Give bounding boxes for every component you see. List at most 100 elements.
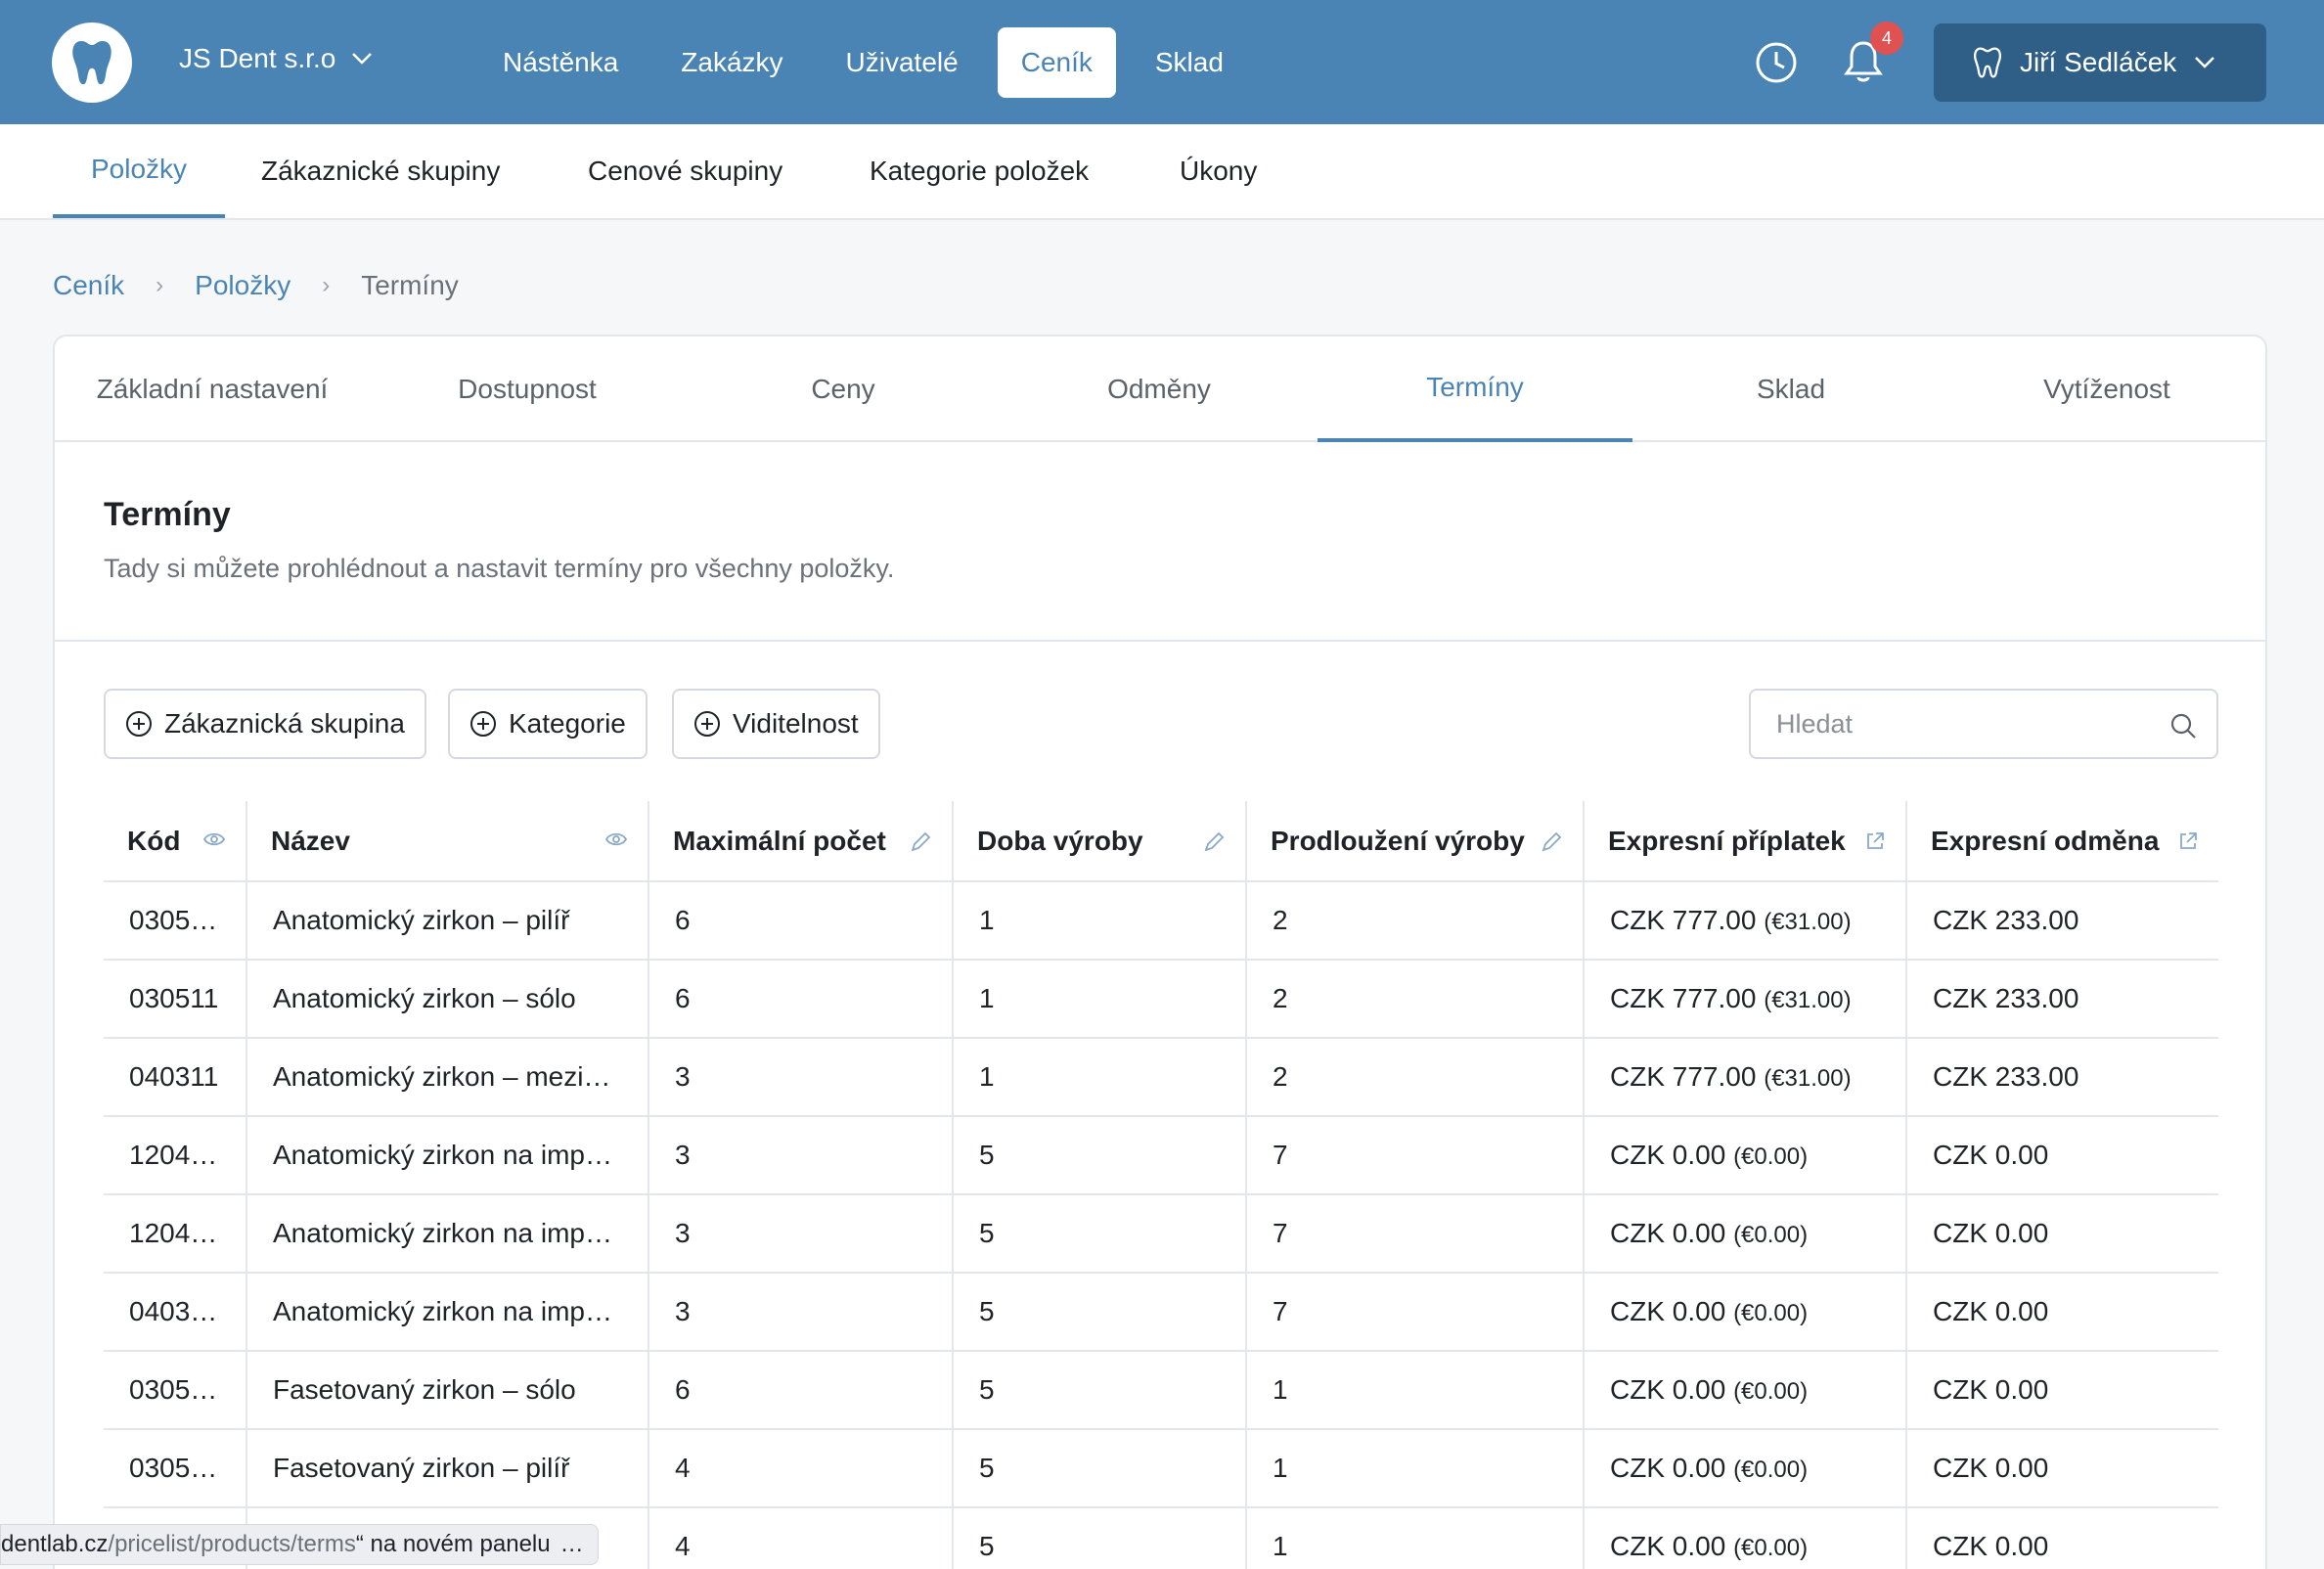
column-header-express-surcharge[interactable]: Expresní příplatek bbox=[1584, 801, 1907, 882]
column-header-production-extension[interactable]: Prodloužení výroby bbox=[1246, 801, 1585, 882]
table-row[interactable]: 040311 Anatomický zirkon – mezi… 3 1 2 CZK 77… bbox=[104, 1038, 2218, 1117]
plus-circle-icon bbox=[126, 711, 152, 737]
tooth-logo-icon[interactable] bbox=[52, 22, 132, 103]
cell-max-count: 6 bbox=[648, 881, 954, 961]
cell-production-extension: 2 bbox=[1246, 881, 1585, 961]
filter-label: Kategorie bbox=[509, 708, 626, 739]
status-path: /pricelist/products/terms bbox=[108, 1531, 356, 1557]
nav-users[interactable]: Uživatelé bbox=[823, 27, 982, 98]
table-row[interactable]: 0305… Fasetovaný zirkon – sólo 6 5 1 CZK 0.00… bbox=[104, 1351, 2218, 1430]
subtab-actions[interactable]: Úkony bbox=[1180, 124, 1257, 218]
cell-name: Anatomický zirkon na imp… bbox=[246, 1273, 649, 1352]
cell-production-time: 5 bbox=[953, 1429, 1247, 1508]
cell-production-extension: 7 bbox=[1246, 1116, 1585, 1195]
tab-utilization[interactable]: Vytíženost bbox=[1949, 336, 2264, 442]
top-bar: JS Dent s.r.o Nástěnka Zakázky Uživatelé… bbox=[0, 0, 2324, 124]
nav-orders[interactable]: Zakázky bbox=[657, 27, 806, 98]
divider bbox=[55, 640, 2265, 642]
tab-prices[interactable]: Ceny bbox=[686, 336, 1001, 442]
cell-max-count: 6 bbox=[648, 960, 954, 1039]
subtab-customer-groups[interactable]: Zákaznické skupiny bbox=[261, 124, 500, 218]
cell-express-surcharge: CZK 0.00 (€0.00) bbox=[1584, 1351, 1907, 1430]
tab-terms[interactable]: Termíny bbox=[1318, 336, 1632, 442]
cell-production-time: 5 bbox=[953, 1507, 1247, 1569]
breadcrumb: Ceník › Položky › Termíny bbox=[53, 270, 459, 301]
filter-customer-group-button[interactable]: Zákaznická skupina bbox=[104, 689, 426, 759]
cell-express-surcharge: CZK 0.00 (€0.00) bbox=[1584, 1194, 1907, 1274]
pencil-icon[interactable] bbox=[909, 830, 932, 854]
main-nav: Nástěnka Zakázky Uživatelé Ceník Sklad bbox=[479, 27, 1263, 98]
cell-code: 0403… bbox=[104, 1273, 247, 1352]
filter-category-button[interactable]: Kategorie bbox=[448, 689, 648, 759]
search-icon[interactable] bbox=[2169, 712, 2197, 740]
table-row[interactable]: 0305… Fasetovaný zirkon – pilíř 4 5 1 CZK 0.0… bbox=[104, 1429, 2218, 1508]
status-tail: … bbox=[559, 1531, 584, 1557]
subtab-item-categories[interactable]: Kategorie položek bbox=[870, 124, 1089, 218]
clock-icon[interactable] bbox=[1755, 41, 1798, 84]
pencil-icon[interactable] bbox=[1540, 830, 1563, 854]
user-menu[interactable]: Jiří Sedláček bbox=[1934, 23, 2266, 102]
cell-express-surcharge: CZK 777.00 (€31.00) bbox=[1584, 881, 1907, 961]
cell-production-extension: 2 bbox=[1246, 960, 1585, 1039]
external-link-icon[interactable] bbox=[1864, 830, 1886, 852]
nav-pricelist[interactable]: Ceník bbox=[997, 27, 1116, 98]
cell-name: Anatomický zirkon na imp… bbox=[246, 1116, 649, 1195]
tab-basic-settings[interactable]: Základní nastavení bbox=[55, 336, 370, 442]
notification-badge: 4 bbox=[1870, 22, 1903, 55]
cell-production-time: 1 bbox=[953, 1038, 1247, 1117]
column-header-code[interactable]: Kód bbox=[104, 801, 247, 882]
cell-express-reward: CZK 0.00 bbox=[1906, 1116, 2218, 1195]
cell-express-reward: CZK 233.00 bbox=[1906, 881, 2218, 961]
eye-icon[interactable] bbox=[202, 830, 226, 848]
nav-warehouse[interactable]: Sklad bbox=[1132, 27, 1247, 98]
table-row[interactable]: 1204… Anatomický zirkon na imp… 3 5 7 CZK 0.0… bbox=[104, 1116, 2218, 1195]
column-header-express-reward[interactable]: Expresní odměna bbox=[1906, 801, 2218, 882]
breadcrumb-items[interactable]: Položky bbox=[195, 270, 290, 301]
table-row[interactable]: 0305… Anatomický zirkon – pilíř 6 1 2 CZK 777… bbox=[104, 881, 2218, 961]
tab-rewards[interactable]: Odměny bbox=[1002, 336, 1317, 442]
panel-tabs: Základní nastavení Dostupnost Ceny Odměn… bbox=[55, 336, 2265, 442]
search-input[interactable] bbox=[1776, 691, 2148, 757]
pencil-icon[interactable] bbox=[1202, 830, 1226, 854]
eur-amount: (€31.00) bbox=[1764, 1065, 1852, 1092]
tab-availability[interactable]: Dostupnost bbox=[370, 336, 685, 442]
cell-name: Anatomický zirkon na imp… bbox=[246, 1194, 649, 1274]
section-title: Termíny bbox=[104, 496, 231, 533]
column-header-production-time[interactable]: Doba výroby bbox=[953, 801, 1247, 882]
cell-max-count: 6 bbox=[648, 1351, 954, 1430]
czk-amount: CZK 777.00 bbox=[1610, 1061, 1757, 1092]
nav-dashboard[interactable]: Nástěnka bbox=[479, 27, 642, 98]
subtab-price-groups[interactable]: Cenové skupiny bbox=[588, 124, 782, 218]
table-row[interactable]: 0403… Anatomický zirkon na imp… 3 5 7 CZK 0.0… bbox=[104, 1273, 2218, 1352]
cell-production-extension: 1 bbox=[1246, 1429, 1585, 1508]
table-row[interactable]: 030511 Anatomický zirkon – sólo 6 1 2 CZK 777… bbox=[104, 960, 2218, 1039]
cell-max-count: 3 bbox=[648, 1194, 954, 1274]
cell-code: 1204… bbox=[104, 1116, 247, 1195]
user-name: Jiří Sedláček bbox=[2020, 47, 2177, 77]
eur-amount: (€0.00) bbox=[1733, 1457, 1809, 1483]
cell-express-reward: CZK 0.00 bbox=[1906, 1351, 2218, 1430]
eye-icon[interactable] bbox=[604, 830, 628, 848]
status-suffix: “ na novém panelu bbox=[355, 1531, 551, 1557]
cell-production-time: 1 bbox=[953, 881, 1247, 961]
breadcrumb-pricelist[interactable]: Ceník bbox=[53, 270, 124, 301]
cell-express-reward: CZK 0.00 bbox=[1906, 1194, 2218, 1274]
cell-max-count: 3 bbox=[648, 1273, 954, 1352]
cell-production-extension: 1 bbox=[1246, 1507, 1585, 1569]
tab-warehouse[interactable]: Sklad bbox=[1633, 336, 1948, 442]
subtab-items[interactable]: Položky bbox=[53, 124, 225, 218]
filter-visibility-button[interactable]: Viditelnost bbox=[672, 689, 880, 759]
external-link-icon[interactable] bbox=[2177, 830, 2199, 852]
search-box bbox=[1749, 689, 2218, 759]
company-switcher[interactable]: JS Dent s.r.o bbox=[179, 43, 373, 74]
cell-express-reward: CZK 0.00 bbox=[1906, 1429, 2218, 1508]
eur-amount: (€0.00) bbox=[1733, 1143, 1809, 1170]
cell-express-reward: CZK 0.00 bbox=[1906, 1507, 2218, 1569]
section-subtitle: Tady si můžete prohlédnout a nastavit te… bbox=[104, 554, 895, 583]
column-header-name[interactable]: Název bbox=[246, 801, 649, 882]
column-header-max-count[interactable]: Maximální počet bbox=[648, 801, 954, 882]
cell-code: 0305… bbox=[104, 1351, 247, 1430]
status-bar: dentlab.cz/pricelist/products/terms “ na … bbox=[0, 1524, 599, 1565]
table-row[interactable]: 1204… Anatomický zirkon na imp… 3 5 7 CZK 0.0… bbox=[104, 1194, 2218, 1274]
eur-amount: (€31.00) bbox=[1764, 987, 1852, 1013]
